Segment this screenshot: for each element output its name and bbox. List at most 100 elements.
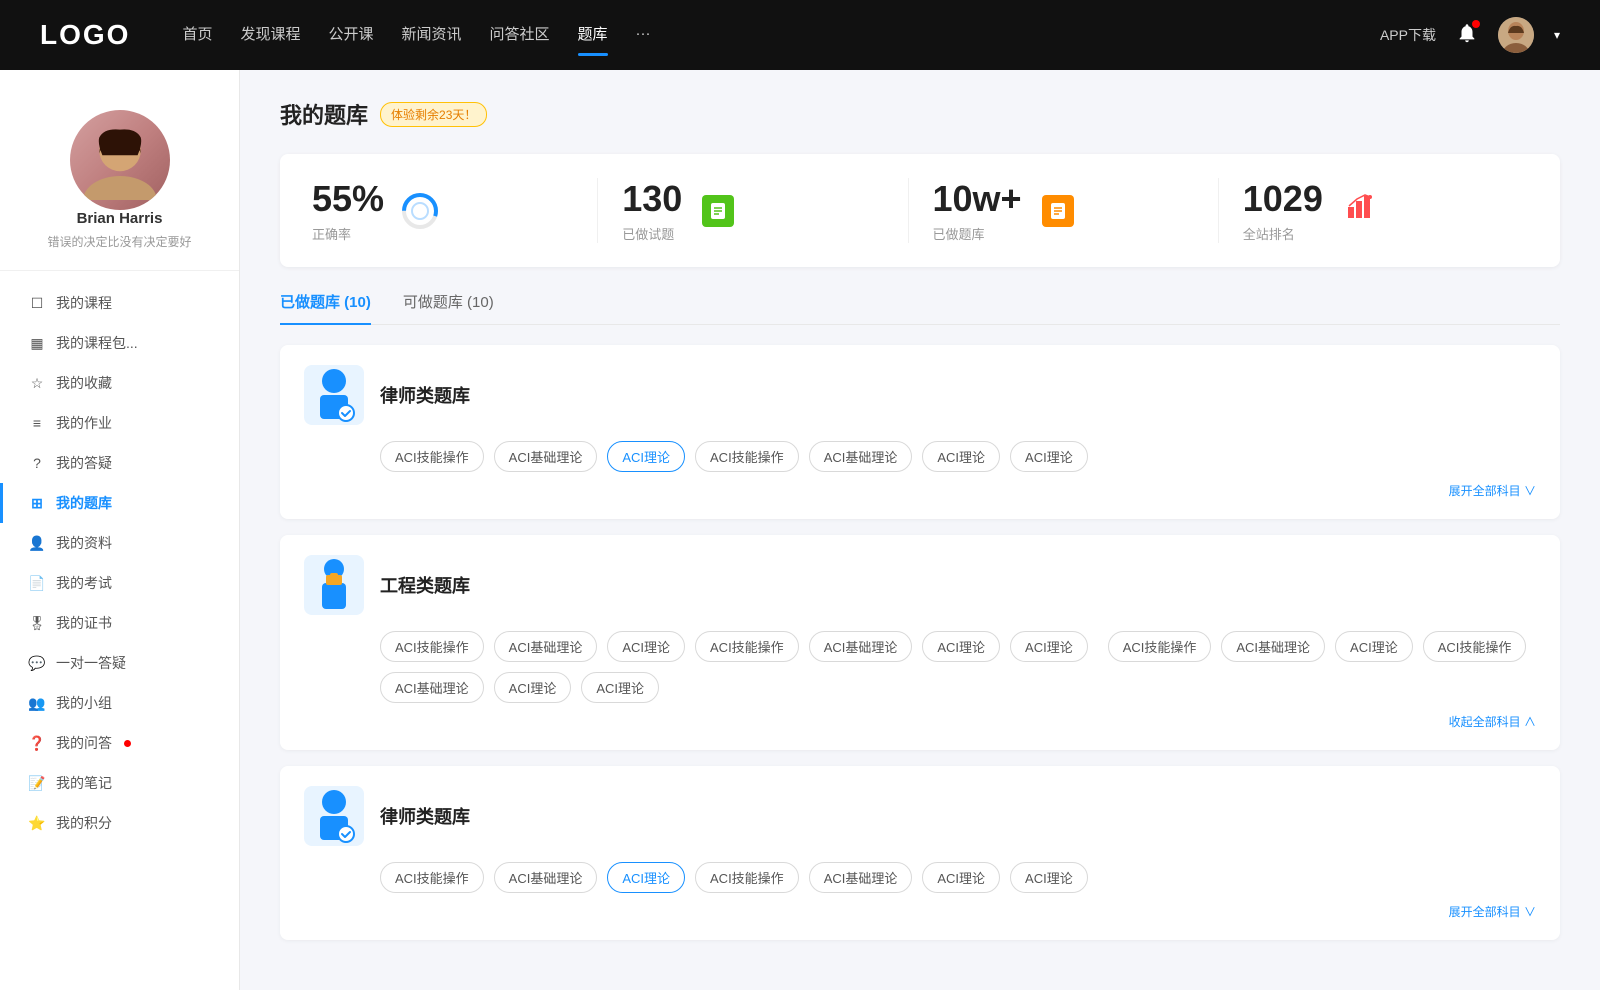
- app-download-btn[interactable]: APP下载: [1380, 25, 1436, 45]
- expand-link-3[interactable]: 展开全部科目 ∨: [304, 903, 1536, 920]
- sidebar-item-profile[interactable]: 👤 我的资料: [0, 523, 239, 563]
- question-icon: ?: [28, 454, 46, 472]
- doc-orange-icon: [1038, 191, 1078, 231]
- sidebar-item-homework[interactable]: ≡ 我的作业: [0, 403, 239, 443]
- tag[interactable]: ACI技能操作: [1423, 631, 1527, 662]
- nav-open-course[interactable]: 公开课: [328, 23, 373, 48]
- tag[interactable]: ACI理论: [494, 672, 572, 703]
- doc-icon: ≡: [28, 414, 46, 432]
- tag[interactable]: ACI理论: [1335, 631, 1413, 662]
- tag[interactable]: ACI理论: [922, 441, 1000, 472]
- tag[interactable]: ACI基础理论: [809, 862, 913, 893]
- tab-done-banks[interactable]: 已做题库 (10): [280, 291, 371, 324]
- stat-done-banks: 10w+ 已做题库: [909, 178, 1219, 243]
- nav-bank[interactable]: 题库: [578, 23, 608, 48]
- expand-link-2[interactable]: 收起全部科目 ∧: [304, 713, 1536, 730]
- sidebar-item-notes[interactable]: 📝 我的笔记: [0, 763, 239, 803]
- tag[interactable]: ACI基础理论: [380, 672, 484, 703]
- tag[interactable]: ACI基础理论: [494, 441, 598, 472]
- tag[interactable]: ACI技能操作: [380, 862, 484, 893]
- tag[interactable]: ACI基础理论: [1221, 631, 1325, 662]
- logo: LOGO: [40, 19, 130, 51]
- sidebar-item-group[interactable]: 👥 我的小组: [0, 683, 239, 723]
- avatar: [70, 110, 170, 210]
- tabs-row: 已做题库 (10) 可做题库 (10): [280, 291, 1560, 325]
- nav-news[interactable]: 新闻资讯: [402, 23, 462, 48]
- nav-links: 首页 发现课程 公开课 新闻资讯 问答社区 题库 ···: [182, 23, 1348, 48]
- sidebar-item-label: 我的答疑: [56, 453, 112, 473]
- tag[interactable]: ACI理论: [1010, 631, 1088, 662]
- notification-bell[interactable]: [1456, 22, 1478, 49]
- tags-row-1: ACI技能操作 ACI基础理论 ACI理论 ACI技能操作 ACI基础理论 AC…: [304, 441, 1536, 472]
- sidebar-item-tutoring[interactable]: 💬 一对一答疑: [0, 643, 239, 683]
- stat-label: 全站排名: [1243, 224, 1323, 243]
- page-header: 我的题库 体验剩余23天！: [280, 98, 1560, 130]
- user-avatar-nav[interactable]: [1498, 17, 1534, 53]
- tag[interactable]: ACI基础理论: [809, 441, 913, 472]
- tag[interactable]: ACI理论: [607, 631, 685, 662]
- tag[interactable]: ACI基础理论: [809, 631, 913, 662]
- tag[interactable]: ACI技能操作: [380, 441, 484, 472]
- tag[interactable]: ACI技能操作: [380, 631, 484, 662]
- tag[interactable]: ACI技能操作: [695, 862, 799, 893]
- bank-card-header: 工程类题库: [304, 555, 1536, 615]
- bar-chart-red-icon: [1345, 193, 1373, 228]
- sidebar-item-course-packs[interactable]: ▦ 我的课程包...: [0, 323, 239, 363]
- tag[interactable]: ACI技能操作: [1108, 631, 1212, 662]
- sidebar-item-exams[interactable]: 📄 我的考试: [0, 563, 239, 603]
- tab-available-banks[interactable]: 可做题库 (10): [403, 291, 494, 324]
- expand-link-1[interactable]: 展开全部科目 ∨: [304, 482, 1536, 499]
- sidebar-item-label: 我的问答: [56, 733, 112, 753]
- stat-number: 130: [622, 178, 682, 220]
- sidebar-item-qa[interactable]: ? 我的答疑: [0, 443, 239, 483]
- tag[interactable]: ACI技能操作: [695, 441, 799, 472]
- tag-active[interactable]: ACI理论: [607, 441, 685, 472]
- tag[interactable]: ACI基础理论: [494, 631, 598, 662]
- sidebar-item-bank[interactable]: ⊞ 我的题库: [0, 483, 239, 523]
- lawyer2-icon: [304, 786, 364, 846]
- stat-number: 1029: [1243, 178, 1323, 220]
- stat-number: 55%: [312, 178, 384, 220]
- lawyer-icon: [304, 365, 364, 425]
- notification-dot: [1472, 20, 1480, 28]
- nav-more[interactable]: ···: [636, 25, 651, 46]
- bank-card-title: 律师类题库: [380, 803, 470, 829]
- tag[interactable]: ACI理论: [1010, 862, 1088, 893]
- stat-number: 10w+: [933, 178, 1022, 220]
- page-title: 我的题库: [280, 98, 368, 130]
- nav-home[interactable]: 首页: [182, 23, 212, 48]
- tag[interactable]: ACI理论: [1010, 441, 1088, 472]
- sidebar-item-label: 我的考试: [56, 573, 112, 593]
- pie-chart-icon: [400, 191, 440, 231]
- star-icon: ☆: [28, 374, 46, 392]
- tag[interactable]: ACI理论: [581, 672, 659, 703]
- note-icon: 📝: [28, 774, 46, 792]
- sidebar-item-favorites[interactable]: ☆ 我的收藏: [0, 363, 239, 403]
- sidebar-item-points[interactable]: ⭐ 我的积分: [0, 803, 239, 843]
- tags-row-2: ACI技能操作 ACI基础理论 ACI理论 ACI技能操作 ACI基础理论 AC…: [304, 631, 1536, 703]
- user-menu-chevron[interactable]: ▾: [1554, 28, 1560, 42]
- sidebar-item-label: 我的积分: [56, 813, 112, 833]
- sidebar-item-certs[interactable]: 🎖 我的证书: [0, 603, 239, 643]
- navbar-right: APP下载 ▾: [1380, 17, 1560, 53]
- engineer-icon: [304, 555, 364, 615]
- sidebar-item-questions[interactable]: ❓ 我的问答: [0, 723, 239, 763]
- tag[interactable]: ACI技能操作: [695, 631, 799, 662]
- nav-discover[interactable]: 发现课程: [240, 23, 300, 48]
- stat-label: 正确率: [312, 224, 384, 243]
- stat-label: 已做题库: [933, 224, 1022, 243]
- stat-accuracy: 55% 正确率: [312, 178, 598, 243]
- tag[interactable]: ACI理论: [922, 862, 1000, 893]
- sidebar-item-courses[interactable]: ☐ 我的课程: [0, 283, 239, 323]
- cert-icon: 🎖: [28, 614, 46, 632]
- tag-active[interactable]: ACI理论: [607, 862, 685, 893]
- tag[interactable]: ACI基础理论: [494, 862, 598, 893]
- sidebar-item-label: 我的证书: [56, 613, 112, 633]
- stat-ranking: 1029 全站排名: [1219, 178, 1528, 243]
- file2-icon: 📄: [28, 574, 46, 592]
- main-layout: Brian Harris 错误的决定比没有决定要好 ☐ 我的课程 ▦ 我的课程包…: [0, 70, 1600, 990]
- nav-qa[interactable]: 问答社区: [490, 23, 550, 48]
- tag[interactable]: ACI理论: [922, 631, 1000, 662]
- bar-chart-icon: [1339, 191, 1379, 231]
- grid-icon: ⊞: [28, 494, 46, 512]
